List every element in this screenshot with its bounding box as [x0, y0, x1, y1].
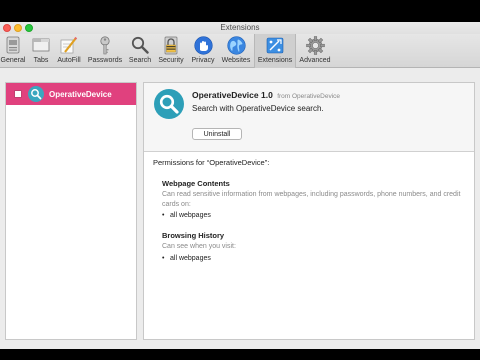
- permission-item: all webpages: [162, 212, 211, 219]
- extension-title: OperativeDevice 1.0 from OperativeDevice: [192, 90, 340, 100]
- permissions-title: Permissions for “OperativeDevice”:: [153, 158, 270, 167]
- advanced-icon: [305, 35, 325, 55]
- tab-security[interactable]: Security: [155, 34, 187, 68]
- security-icon: [164, 36, 178, 54]
- title-bar: Extensions: [0, 22, 480, 34]
- permission-heading-browsing-history: Browsing History: [162, 231, 225, 240]
- tab-advanced[interactable]: Advanced: [297, 34, 333, 68]
- window-title: Extensions: [220, 23, 260, 32]
- autofill-icon: [60, 36, 78, 54]
- extension-enable-checkbox[interactable]: [14, 90, 22, 98]
- extension-logo-icon: [28, 86, 44, 102]
- extensions-list: OperativeDevice: [5, 82, 137, 340]
- extension-list-item[interactable]: OperativeDevice: [6, 83, 136, 105]
- search-icon: [131, 36, 149, 54]
- extension-detail-panel: OperativeDevice 1.0 from OperativeDevice…: [143, 82, 475, 340]
- extensions-icon: [266, 37, 284, 53]
- tab-search[interactable]: Search: [127, 34, 153, 68]
- tab-passwords[interactable]: Passwords: [86, 34, 124, 68]
- general-icon: [6, 36, 20, 54]
- websites-icon: [226, 35, 246, 55]
- tab-privacy[interactable]: Privacy: [189, 34, 217, 68]
- extension-name-version: OperativeDevice 1.0: [192, 90, 273, 100]
- uninstall-button[interactable]: Uninstall: [192, 128, 242, 140]
- tab-extensions[interactable]: Extensions: [254, 34, 296, 68]
- tab-general[interactable]: General: [0, 34, 26, 68]
- permission-description-webpage-contents: Can read sensitive information from webp…: [162, 191, 461, 208]
- tab-websites[interactable]: Websites: [219, 34, 253, 68]
- extension-header: OperativeDevice 1.0 from OperativeDevice…: [144, 83, 474, 152]
- extension-developer: from OperativeDevice: [277, 93, 341, 100]
- tabs-icon: [32, 38, 50, 52]
- extension-name: OperativeDevice: [49, 89, 112, 99]
- permission-heading-webpage-contents: Webpage Contents: [162, 179, 230, 188]
- tab-autofill[interactable]: AutoFill: [55, 34, 83, 68]
- passwords-icon: [100, 35, 110, 54]
- extension-large-logo-icon: [154, 89, 184, 119]
- permission-description-browsing-history: Can see when you visit:: [162, 243, 236, 250]
- extension-description: Search with OperativeDevice search.: [192, 104, 324, 113]
- privacy-icon: [193, 35, 213, 55]
- extensions-pane: OperativeDevice OperativeDevice 1.0 from…: [0, 69, 480, 349]
- preferences-toolbar: General Tabs AutoFill Passwords Search S…: [0, 34, 480, 68]
- permission-item: all webpages: [162, 255, 211, 262]
- tab-tabs[interactable]: Tabs: [29, 34, 53, 68]
- preferences-window: Extensions General Tabs AutoFill Passwor…: [0, 22, 480, 349]
